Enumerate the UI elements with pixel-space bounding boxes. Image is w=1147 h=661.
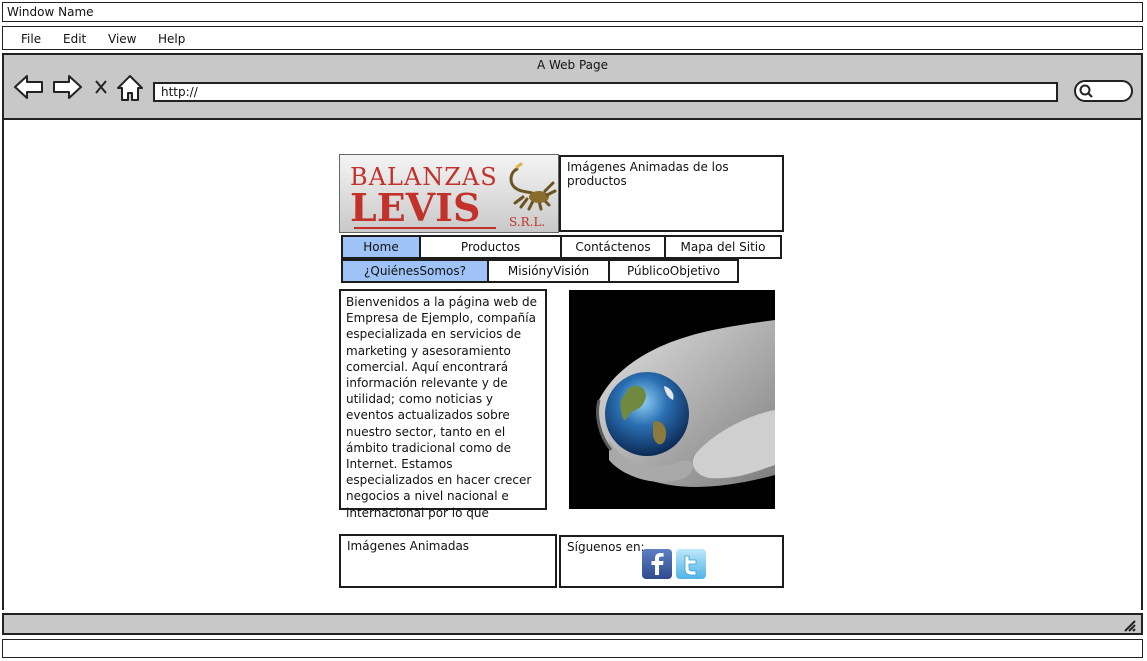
menu-file[interactable]: File [21, 32, 41, 46]
menu-edit[interactable]: Edit [63, 32, 86, 46]
menu-view[interactable]: View [108, 32, 136, 46]
hands-holding-globe-image [569, 290, 775, 509]
window-bottom-bar [2, 639, 1143, 658]
nav-productos[interactable]: Productos [419, 235, 562, 259]
facebook-icon[interactable] [642, 549, 672, 579]
company-logo[interactable]: BALANZAS LEVIS S.R.L. [339, 154, 559, 233]
intro-text-box: Bienvenidos a la página web de Empresa d… [339, 289, 547, 520]
menu-help[interactable]: Help [158, 32, 185, 46]
nav-home[interactable]: Home [341, 235, 421, 259]
intro-text: Bienvenidos a la página web de Empresa d… [346, 295, 537, 520]
nav-publico-objetivo[interactable]: PúblicoObjetivo [608, 259, 739, 283]
back-icon[interactable] [14, 75, 43, 99]
window-title-bar: Window Name [2, 2, 1143, 22]
resize-grip-icon[interactable] [1121, 617, 1137, 633]
nav-contactenos[interactable]: Contáctenos [560, 235, 666, 259]
nav-quienes-somos[interactable]: ¿QuiénesSomos? [341, 259, 489, 283]
social-links-box: Síguenos en: [559, 535, 784, 588]
forward-icon[interactable] [53, 75, 82, 99]
browser-search-field[interactable] [1074, 80, 1133, 102]
nav-mapa-del-sitio[interactable]: Mapa del Sitio [664, 235, 782, 259]
footer-animation-placeholder: Imágenes Animadas [339, 534, 557, 588]
logo-suffix: S.R.L. [509, 215, 546, 229]
browser-page-title: A Web Page [536, 58, 609, 72]
logo-underline [354, 227, 496, 229]
url-input[interactable]: http:// [153, 82, 1058, 102]
logo-text-line2: LEVIS [350, 185, 481, 230]
twitter-icon[interactable] [676, 549, 706, 579]
product-animation-label: Imágenes Animadas de los productos [567, 160, 729, 188]
search-icon [1079, 84, 1093, 98]
scorpion-icon [509, 162, 557, 211]
nav-mision-vision[interactable]: MisiónyVisión [487, 259, 610, 283]
product-animation-placeholder: Imágenes Animadas de los productos [559, 155, 784, 232]
menu-bar: File Edit View Help [2, 26, 1143, 50]
social-label: Síguenos en: [567, 540, 645, 554]
browser-status-bar [2, 613, 1143, 635]
stop-icon[interactable] [95, 80, 107, 94]
navigation-buttons [14, 75, 143, 101]
window-title: Window Name [7, 5, 94, 19]
home-icon[interactable] [117, 75, 143, 101]
footer-animation-label: Imágenes Animadas [347, 539, 470, 553]
